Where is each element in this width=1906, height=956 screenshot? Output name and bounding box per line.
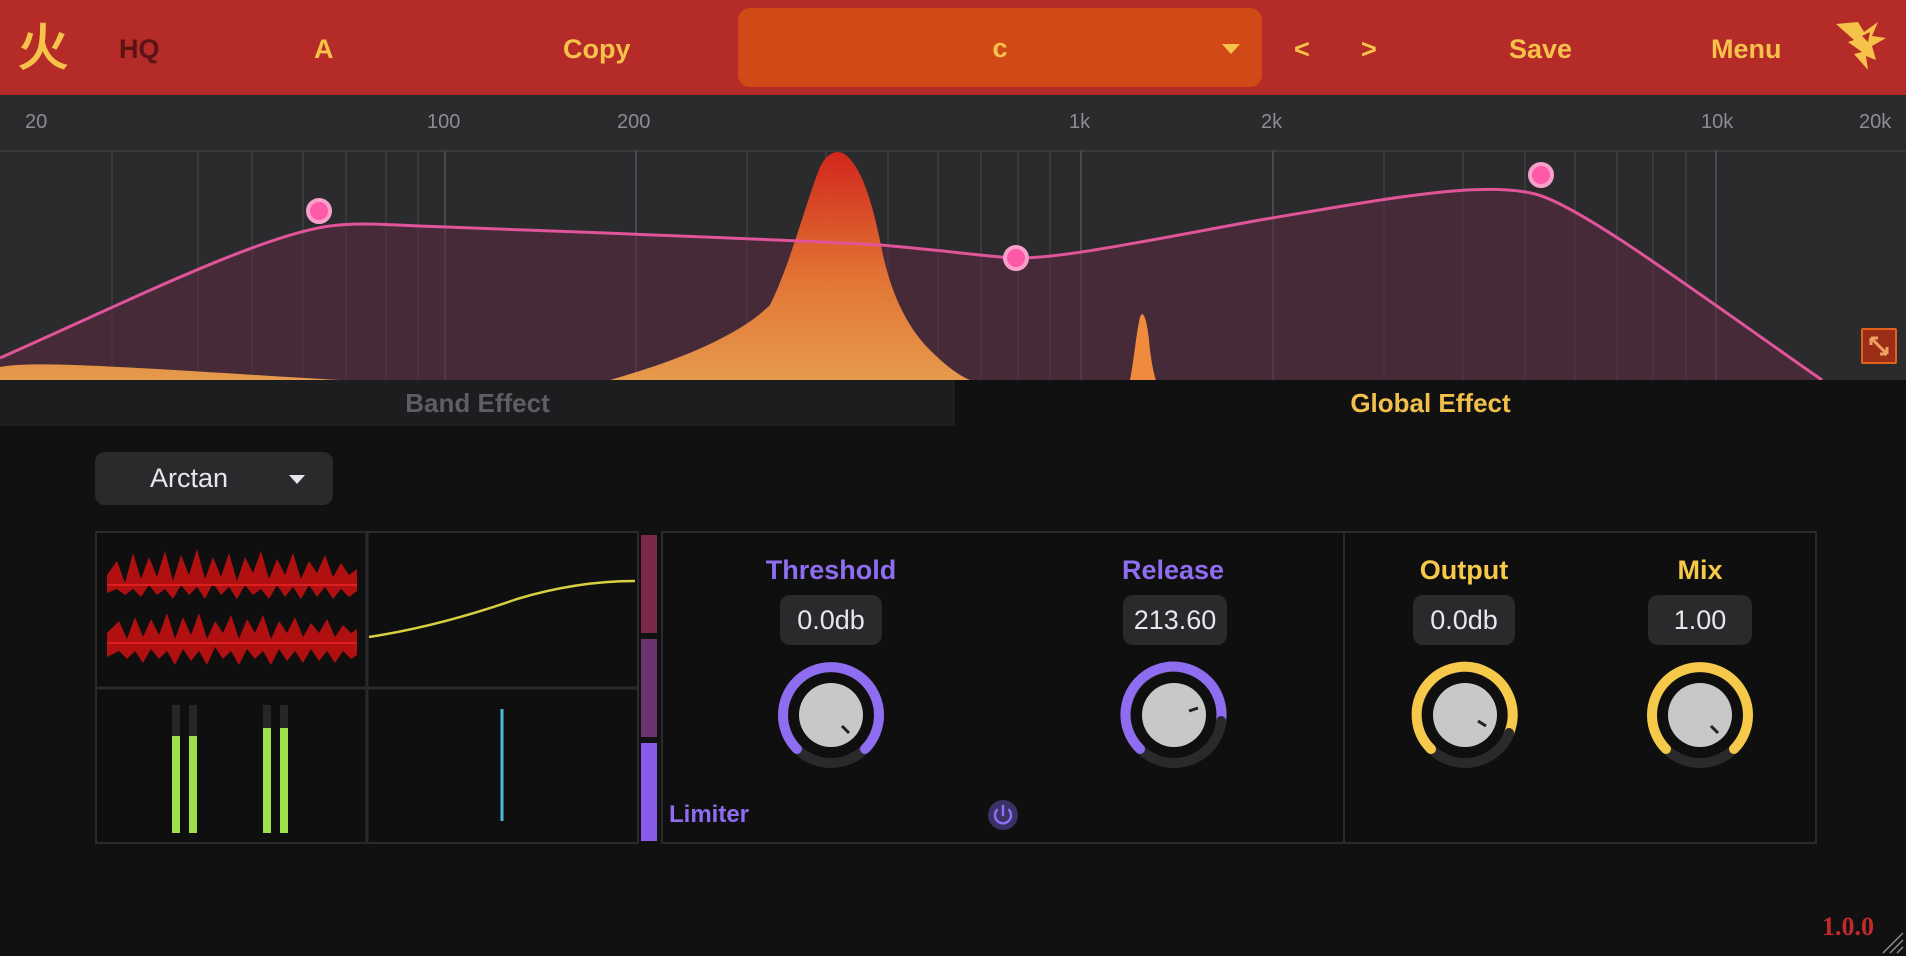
freq-label-10k: 10k: [1701, 111, 1734, 133]
freq-label-1k: 1k: [1069, 111, 1091, 133]
effect-type-label: Arctan: [150, 463, 229, 493]
gain-reduction-meter: [641, 535, 657, 841]
tab-global-effect[interactable]: Global Effect: [955, 380, 1906, 426]
eq-graph[interactable]: [0, 95, 1906, 380]
ab-toggle-button[interactable]: A: [314, 31, 334, 67]
output-value[interactable]: 0.0db: [1413, 595, 1515, 645]
mix-label: Mix: [1677, 555, 1723, 585]
preset-name: c: [992, 33, 1008, 63]
prev-preset-button[interactable]: <: [1294, 31, 1310, 67]
release-value[interactable]: 213.60: [1123, 595, 1227, 645]
power-icon[interactable]: [986, 798, 1020, 832]
eq-band-node-2[interactable]: [1003, 245, 1029, 271]
freq-label-20: 20: [25, 111, 48, 133]
freq-label-2k: 2k: [1261, 111, 1283, 133]
caret-down-icon: [289, 475, 305, 484]
eq-display[interactable]: 20 100 200 1k 2k 10k 20k: [0, 95, 1906, 380]
release-knob[interactable]: [1114, 655, 1234, 775]
freq-label-100: 100: [427, 111, 461, 133]
transfer-curve: [368, 579, 636, 639]
mix-knob[interactable]: [1640, 655, 1760, 775]
brand-emblem-icon: [1836, 22, 1886, 70]
release-label: Release: [1121, 555, 1225, 585]
output-label: Output: [1419, 555, 1509, 585]
freq-label-20k: 20k: [1859, 111, 1892, 133]
output-panel: Output 0.0db Mix 1.00: [1343, 531, 1817, 844]
expand-icon: [1869, 336, 1889, 356]
tab-band-effect[interactable]: Band Effect: [0, 380, 955, 426]
save-button[interactable]: Save: [1509, 31, 1572, 67]
level-meters: [172, 705, 288, 833]
menu-button[interactable]: Menu: [1711, 31, 1782, 67]
top-bar: 火 HQ A Copy c < > Save Menu: [0, 0, 1906, 95]
waveform-display: [107, 549, 357, 665]
visualizer-panel: [95, 531, 639, 844]
version-label: 1.0.0: [1822, 912, 1874, 941]
visualizer-grid: [97, 533, 637, 842]
eq-band-node-3[interactable]: [1528, 162, 1554, 188]
eq-band-node-1[interactable]: [306, 198, 332, 224]
limiter-panel: Threshold 0.0db Release 213.60 Limiter: [661, 531, 1345, 844]
logo: 火: [18, 20, 68, 76]
caret-down-icon: [1222, 44, 1240, 54]
mix-value[interactable]: 1.00: [1648, 595, 1752, 645]
freq-label-200: 200: [617, 111, 651, 133]
resize-handle-icon[interactable]: [1879, 929, 1905, 955]
output-knob[interactable]: [1405, 655, 1525, 775]
threshold-value[interactable]: 0.0db: [780, 595, 882, 645]
threshold-knob[interactable]: [771, 655, 891, 775]
copy-button[interactable]: Copy: [563, 31, 631, 67]
hq-button[interactable]: HQ: [119, 31, 160, 67]
next-preset-button[interactable]: >: [1361, 31, 1377, 67]
expand-button[interactable]: [1861, 328, 1897, 364]
limiter-label: Limiter: [669, 801, 750, 828]
threshold-label: Threshold: [765, 555, 897, 585]
preset-selector[interactable]: c: [738, 8, 1262, 87]
effect-type-select[interactable]: Arctan: [95, 452, 333, 505]
